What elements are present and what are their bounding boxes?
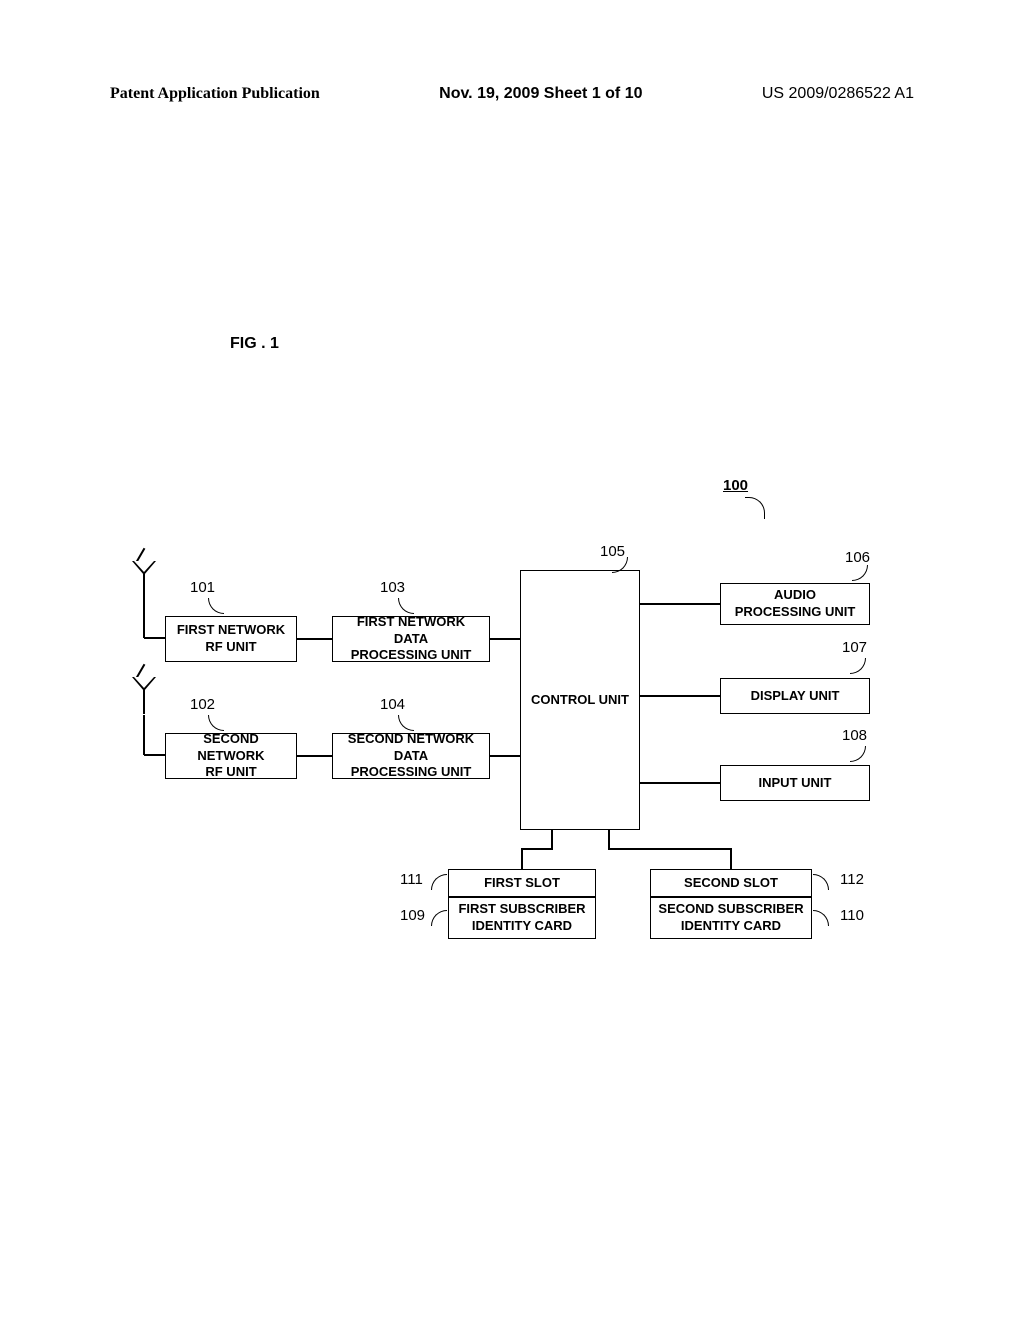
lead-curve [813, 910, 829, 926]
block-diagram: FIRST NETWORK RF UNIT SECOND NETWORK RF … [110, 555, 900, 965]
figure-label: FIG . 1 [230, 335, 279, 353]
antenna-icon-1 [132, 561, 156, 599]
box-first-rf: FIRST NETWORK RF UNIT [165, 616, 297, 662]
box-first-sim: FIRST SUBSCRIBER IDENTITY CARD [448, 897, 596, 939]
connector-line [608, 830, 610, 849]
box-second-slot: SECOND SLOT [650, 869, 812, 897]
box-input: INPUT UNIT [720, 765, 870, 801]
label-101: 101 [190, 579, 215, 596]
lead-100 [745, 497, 765, 519]
box-first-slot: FIRST SLOT [448, 869, 596, 897]
box-audio-label: AUDIO PROCESSING UNIT [735, 587, 856, 621]
connector-line [640, 695, 720, 697]
lead-curve [431, 910, 447, 926]
connector-line [297, 755, 332, 757]
antenna-icon-2 [132, 677, 156, 715]
box-second-rf-label: SECOND NETWORK RF UNIT [172, 731, 290, 782]
connector-line [490, 638, 520, 640]
connector-line [144, 637, 165, 639]
box-first-slot-label: FIRST SLOT [484, 875, 560, 892]
label-103: 103 [380, 579, 405, 596]
connector-line [297, 638, 332, 640]
box-display-label: DISPLAY UNIT [751, 688, 840, 705]
lead-curve [208, 715, 224, 731]
box-second-slot-label: SECOND SLOT [684, 875, 778, 892]
connector-line [521, 848, 523, 870]
label-110: 110 [840, 907, 864, 924]
header-right: US 2009/0286522 A1 [762, 85, 914, 103]
box-input-label: INPUT UNIT [759, 775, 832, 792]
box-second-rf: SECOND NETWORK RF UNIT [165, 733, 297, 779]
box-second-dpu-label: SECOND NETWORK DATA PROCESSING UNIT [339, 731, 483, 782]
label-107: 107 [842, 639, 867, 656]
connector-line [640, 782, 720, 784]
box-control: CONTROL UNIT [520, 570, 640, 830]
box-display: DISPLAY UNIT [720, 678, 870, 714]
connector-line [608, 848, 731, 850]
lead-curve [850, 746, 866, 762]
lead-curve [813, 874, 829, 890]
lead-curve [850, 658, 866, 674]
box-first-sim-label: FIRST SUBSCRIBER IDENTITY CARD [458, 901, 585, 935]
connector-line [730, 848, 732, 870]
label-112: 112 [840, 871, 864, 888]
label-109: 109 [400, 907, 425, 924]
connector-line [640, 603, 720, 605]
lead-curve [852, 565, 868, 581]
box-first-dpu: FIRST NETWORK DATA PROCESSING UNIT [332, 616, 490, 662]
connector-line [144, 754, 165, 756]
header-center: Nov. 19, 2009 Sheet 1 of 10 [439, 85, 642, 103]
lead-curve [398, 715, 414, 731]
box-audio: AUDIO PROCESSING UNIT [720, 583, 870, 625]
connector-line [143, 715, 145, 755]
label-108: 108 [842, 727, 867, 744]
label-111: 111 [400, 871, 423, 888]
box-second-sim: SECOND SUBSCRIBER IDENTITY CARD [650, 897, 812, 939]
box-second-dpu: SECOND NETWORK DATA PROCESSING UNIT [332, 733, 490, 779]
header-left: Patent Application Publication [110, 85, 320, 103]
lead-curve [431, 874, 447, 890]
label-104: 104 [380, 696, 405, 713]
box-second-sim-label: SECOND SUBSCRIBER IDENTITY CARD [658, 901, 803, 935]
label-102: 102 [190, 696, 215, 713]
connector-line [521, 848, 553, 850]
connector-line [490, 755, 520, 757]
box-control-label: CONTROL UNIT [531, 692, 629, 709]
connector-line [551, 830, 553, 849]
box-first-dpu-label: FIRST NETWORK DATA PROCESSING UNIT [339, 614, 483, 665]
lead-curve [398, 598, 414, 614]
device-number: 100 [723, 477, 748, 494]
connector-line [143, 598, 145, 638]
label-106: 106 [845, 549, 870, 566]
box-first-rf-label: FIRST NETWORK RF UNIT [177, 622, 285, 656]
page-header: Patent Application Publication Nov. 19, … [0, 85, 1024, 103]
lead-curve [208, 598, 224, 614]
